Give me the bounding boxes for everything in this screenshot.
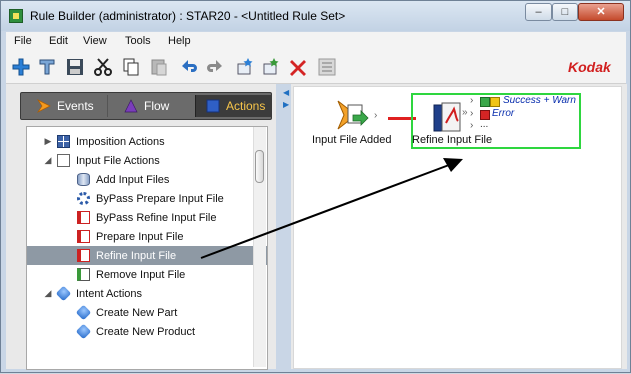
pdf-icon	[77, 249, 90, 262]
menu-help[interactable]: Help	[168, 35, 191, 47]
tree-item-bypass-refine-input-file[interactable]: ByPass Refine Input File	[27, 208, 267, 227]
save-icon[interactable]	[64, 56, 86, 78]
tab-actions-label: Actions	[226, 99, 266, 113]
tree-item-label: Intent Actions	[76, 287, 143, 300]
tree-item-create-new-part[interactable]: Create New Part	[27, 303, 267, 322]
tree-scrollbar[interactable]	[253, 127, 266, 367]
tab-flow[interactable]: Flow	[107, 95, 202, 117]
input-file-added-node-icon[interactable]	[336, 99, 376, 133]
app-icon	[9, 9, 23, 23]
tree-item-bypass-prepare-input-file[interactable]: ByPass Prepare Input File	[27, 189, 267, 208]
node-output-chevron-icon: ›	[374, 110, 378, 121]
tree-item-intent-actions[interactable]: ◢ Intent Actions	[27, 284, 266, 303]
tree-item-imposition-actions[interactable]: ▶ Imposition Actions	[27, 132, 266, 151]
success-check-icon	[480, 97, 490, 107]
tree-item-label: Refine Input File	[96, 249, 177, 262]
tab-events[interactable]: Events	[27, 95, 103, 117]
close-button[interactable]: ✕	[578, 3, 624, 21]
list-icon[interactable]	[316, 56, 338, 78]
tree-item-add-input-files[interactable]: Add Input Files	[27, 170, 267, 189]
node-refine-input-file-label: Refine Input File	[412, 134, 493, 146]
add-icon[interactable]	[10, 56, 32, 78]
intent-cube-icon	[75, 323, 92, 340]
outcome-chevron-icon: ›	[470, 120, 474, 131]
menu-edit[interactable]: Edit	[49, 35, 68, 47]
tree-item-create-new-product[interactable]: Create New Product	[27, 322, 267, 341]
node-output-chevron-icon: »	[462, 107, 468, 118]
document-icon	[57, 154, 70, 167]
maximize-button[interactable]: □	[552, 3, 578, 21]
outcome-more[interactable]: ...	[480, 119, 488, 130]
scrollbar-thumb[interactable]	[255, 150, 264, 183]
tab-flow-label: Flow	[144, 99, 170, 113]
tree-item-label: ByPass Refine Input File	[96, 211, 217, 224]
collapse-arrow-icon[interactable]: ◢	[43, 155, 53, 166]
palette-tabs: Events Flow Actions	[20, 92, 272, 120]
intent-cube-icon	[55, 285, 72, 302]
toolbar: Kodak	[6, 51, 626, 84]
outcome-chevron-icon: ›	[470, 108, 474, 119]
delete-icon[interactable]	[287, 56, 309, 78]
add-event-icon[interactable]	[234, 56, 256, 78]
tab-actions[interactable]: Actions	[195, 95, 272, 117]
tree-item-prepare-input-file[interactable]: Prepare Input File	[27, 227, 267, 246]
canvas-area[interactable]: Input File Added › » Refine Input File ›…	[293, 86, 622, 369]
properties-icon[interactable]	[36, 56, 58, 78]
expand-right-icon[interactable]: ▶	[283, 100, 289, 109]
events-arrow-icon	[37, 99, 51, 113]
menu-view[interactable]: View	[83, 35, 107, 47]
actions-square-icon	[206, 99, 220, 113]
minimize-button[interactable]: –	[525, 3, 552, 21]
add-action-icon[interactable]	[260, 56, 282, 78]
collapse-left-icon[interactable]: ◀	[283, 88, 289, 97]
outcome-success-warn[interactable]: Success + Warn	[503, 95, 576, 106]
tree-item-label: Remove Input File	[96, 268, 186, 281]
expand-arrow-icon[interactable]: ▶	[43, 136, 53, 147]
undo-icon[interactable]	[178, 56, 200, 78]
menu-bar: File Edit View Tools Help	[6, 32, 626, 51]
intent-cube-icon	[75, 304, 92, 321]
title-bar[interactable]: Rule Builder (administrator) : STAR20 - …	[1, 1, 630, 31]
tree-item-label: Add Input Files	[96, 173, 170, 186]
redo-icon[interactable]	[204, 56, 226, 78]
cut-icon[interactable]	[92, 56, 114, 78]
imposition-grid-icon	[57, 135, 70, 148]
collapse-arrow-icon[interactable]: ◢	[43, 288, 53, 299]
menu-file[interactable]: File	[14, 35, 32, 47]
outcome-chevron-icon: ›	[470, 95, 474, 106]
panel-splitter[interactable]: ◀ ▶	[282, 84, 290, 369]
pdf-icon	[77, 211, 90, 224]
pdf-icon	[77, 230, 90, 243]
warning-icon	[490, 97, 500, 107]
tree-item-input-file-actions[interactable]: ◢ Input File Actions	[27, 151, 266, 170]
flow-triangle-icon	[124, 99, 138, 113]
tree-item-label: Prepare Input File	[96, 230, 184, 243]
tab-events-label: Events	[57, 99, 94, 113]
tree-item-refine-input-file[interactable]: Refine Input File	[27, 246, 267, 265]
tree-item-label: Input File Actions	[76, 154, 160, 167]
paste-icon[interactable]	[148, 56, 170, 78]
node-input-file-added-label: Input File Added	[312, 134, 392, 146]
app-window: Rule Builder (administrator) : STAR20 - …	[0, 0, 631, 373]
window-title: Rule Builder (administrator) : STAR20 - …	[30, 9, 346, 23]
tree-item-remove-input-file[interactable]: Remove Input File	[27, 265, 267, 284]
outcome-error[interactable]: Error	[492, 108, 514, 119]
remove-file-icon	[77, 268, 90, 281]
gear-icon	[77, 192, 90, 205]
kodak-logo: Kodak	[568, 59, 611, 75]
left-panel: Events Flow Actions ▶ Imposition Actions…	[6, 84, 276, 370]
database-icon	[77, 173, 90, 186]
rule-canvas: Input File Added › » Refine Input File ›…	[291, 84, 627, 369]
action-tree: ▶ Imposition Actions ◢ Input File Action…	[26, 126, 268, 370]
tree-item-label: ByPass Prepare Input File	[96, 192, 224, 205]
tree-item-label: Create New Product	[96, 325, 196, 338]
menu-tools[interactable]: Tools	[125, 35, 151, 47]
tree-item-label: Create New Part	[96, 306, 178, 319]
tree-item-label: Imposition Actions	[76, 135, 165, 148]
copy-icon[interactable]	[120, 56, 142, 78]
